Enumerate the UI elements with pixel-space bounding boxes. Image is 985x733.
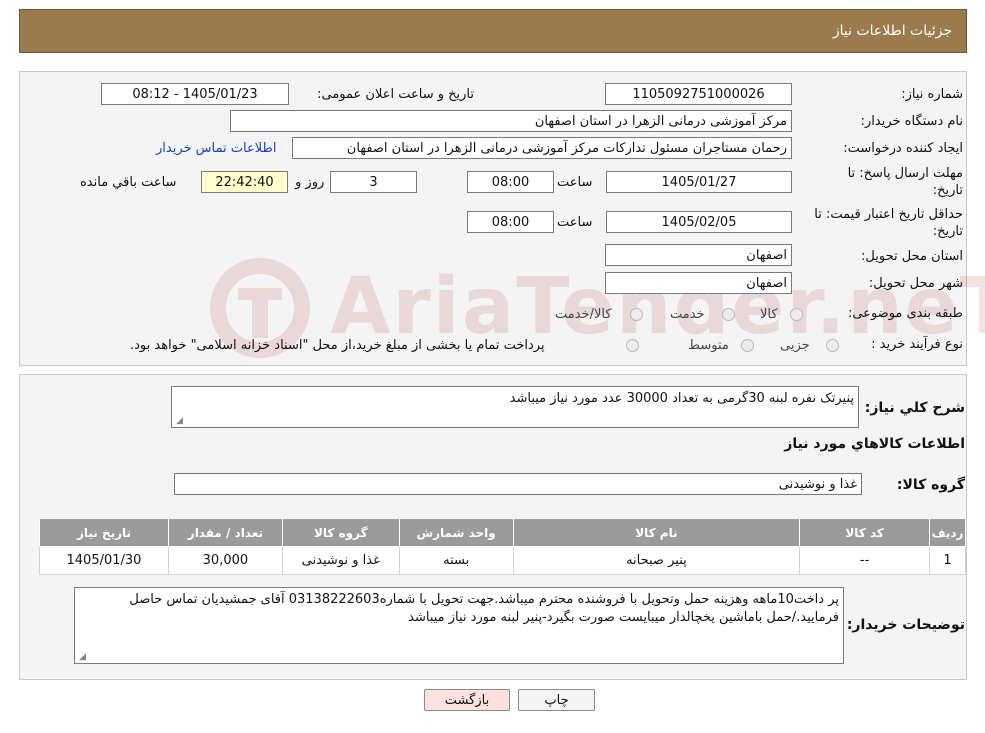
goods-group-label: گروه کالا: [896, 477, 965, 493]
resize-grip-icon[interactable]: ◢ [174, 417, 183, 426]
col-item-name: نام کالا [512, 518, 801, 547]
table-row: 1 -- پنیر صبحانه بسته غذا و نوشیدنی 30,0… [39, 546, 966, 575]
col-quantity: تعداد / مقدار [167, 518, 283, 547]
process-treasury-note: پرداخت تمام یا بخشی از مبلغ خرید،از محل … [130, 338, 545, 353]
process-option-medium: متوسط [688, 338, 729, 353]
cell-item-group: غذا و نوشیدنی [281, 546, 400, 575]
process-treasury-checkbox[interactable] [626, 339, 639, 352]
cell-need-date: 1405/01/30 [39, 546, 169, 575]
category-option-service: خدمت [670, 307, 705, 322]
city-field: اصفهان [605, 272, 792, 294]
province-label: استان محل تحویل: [861, 249, 963, 264]
price-validity-time-field: 08:00 [467, 211, 554, 233]
cell-item-code: -- [799, 546, 931, 575]
page-title: جزئیات اطلاعات نیاز [832, 23, 952, 39]
buyer-contact-link[interactable]: اطلاعات تماس خریدار [156, 141, 276, 156]
cell-unit: بسته [398, 546, 514, 575]
summary-label: شرح کلي نياز: [864, 400, 965, 416]
category-option-goods-service: کالا/خدمت [555, 307, 612, 322]
cell-row-number: 1 [929, 546, 966, 575]
back-button[interactable]: بازگشت [424, 689, 510, 711]
items-table: ردیف کد کالا نام کالا واحد شمارش گروه کا… [39, 518, 966, 575]
goods-group-field: غذا و نوشیدنی [174, 473, 862, 495]
buyer-notes-text: پر داخت10ماهه وهزینه حمل وتحویل با فروشن… [129, 592, 839, 625]
province-field: اصفهان [605, 244, 792, 266]
col-item-code: کد کالا [799, 518, 931, 547]
buyer-org-label: نام دستگاه خریدار: [860, 114, 963, 129]
price-validity-label-line2: تاریخ: [932, 224, 963, 239]
summary-textarea: پنیرتک نفره لبنه 30گرمی به تعداد 30000 ع… [171, 386, 859, 428]
process-radio-minor[interactable] [826, 339, 839, 352]
summary-text: پنیرتک نفره لبنه 30گرمی به تعداد 30000 ع… [509, 391, 854, 406]
col-row-number: ردیف [929, 518, 966, 547]
price-validity-date-field: 1405/02/05 [606, 211, 792, 233]
days-label: روز و [295, 175, 325, 190]
reply-date-field: 1405/01/27 [606, 171, 792, 193]
goods-info-title: اطلاعات کالاهاي مورد نياز [784, 436, 965, 452]
price-validity-time-label: ساعت [557, 215, 593, 230]
city-label: شهر محل تحویل: [868, 276, 963, 291]
need-number-label: شماره نیاز: [901, 87, 963, 102]
creator-field: رحمان مستاجران مسئول تدارکات مرکز آموزشی… [292, 137, 792, 159]
category-radio-goods[interactable] [790, 308, 803, 321]
buyer-org-field: مرکز آموزشی درمانی الزهرا در استان اصفها… [230, 110, 792, 132]
category-label: طبقه بندی موضوعی: [847, 306, 963, 321]
print-button[interactable]: چاپ [518, 689, 595, 711]
buyer-notes-textarea: پر داخت10ماهه وهزینه حمل وتحویل با فروشن… [74, 587, 844, 664]
cell-item-name: پنیر صبحانه [512, 546, 801, 575]
buyer-notes-label: توضیحات خریدار: [846, 617, 965, 633]
reply-deadline-label-line2: تاریخ: [932, 183, 963, 198]
page-header: جزئیات اطلاعات نیاز [19, 9, 967, 53]
reply-time-label: ساعت [557, 175, 593, 190]
col-item-group: گروه کالا [281, 518, 400, 547]
process-type-label: نوع فرآیند خرید : [871, 337, 963, 352]
announce-datetime-field: 1405/01/23 - 08:12 [101, 83, 289, 105]
items-table-wrapper: ردیف کد کالا نام کالا واحد شمارش گروه کا… [39, 518, 966, 575]
reply-deadline-label: مهلت ارسال پاسخ: تا [847, 166, 963, 181]
col-need-date: تاریخ نیاز [39, 518, 169, 547]
process-option-minor: جزیی [780, 338, 810, 353]
table-header-row: ردیف کد کالا نام کالا واحد شمارش گروه کا… [39, 518, 966, 547]
category-radio-goods-service[interactable] [630, 308, 643, 321]
need-number-field: 1105092751000026 [605, 83, 792, 105]
cell-quantity: 30,000 [167, 546, 283, 575]
remaining-time-label: ساعت باقي مانده [80, 175, 177, 190]
resize-grip-icon[interactable]: ◢ [77, 653, 86, 662]
price-validity-label: حداقل تاریخ اعتبار قیمت: تا [814, 207, 963, 222]
process-radio-medium[interactable] [741, 339, 754, 352]
announce-datetime-label: تاریخ و ساعت اعلان عمومی: [317, 87, 474, 102]
category-radio-service[interactable] [722, 308, 735, 321]
days-remaining-field: 3 [330, 171, 417, 193]
creator-label: ایجاد کننده درخواست: [843, 141, 963, 156]
reply-time-field: 08:00 [467, 171, 554, 193]
category-option-goods: کالا [760, 307, 778, 322]
remaining-time-field: 22:42:40 [201, 171, 288, 193]
col-unit: واحد شمارش [398, 518, 514, 547]
